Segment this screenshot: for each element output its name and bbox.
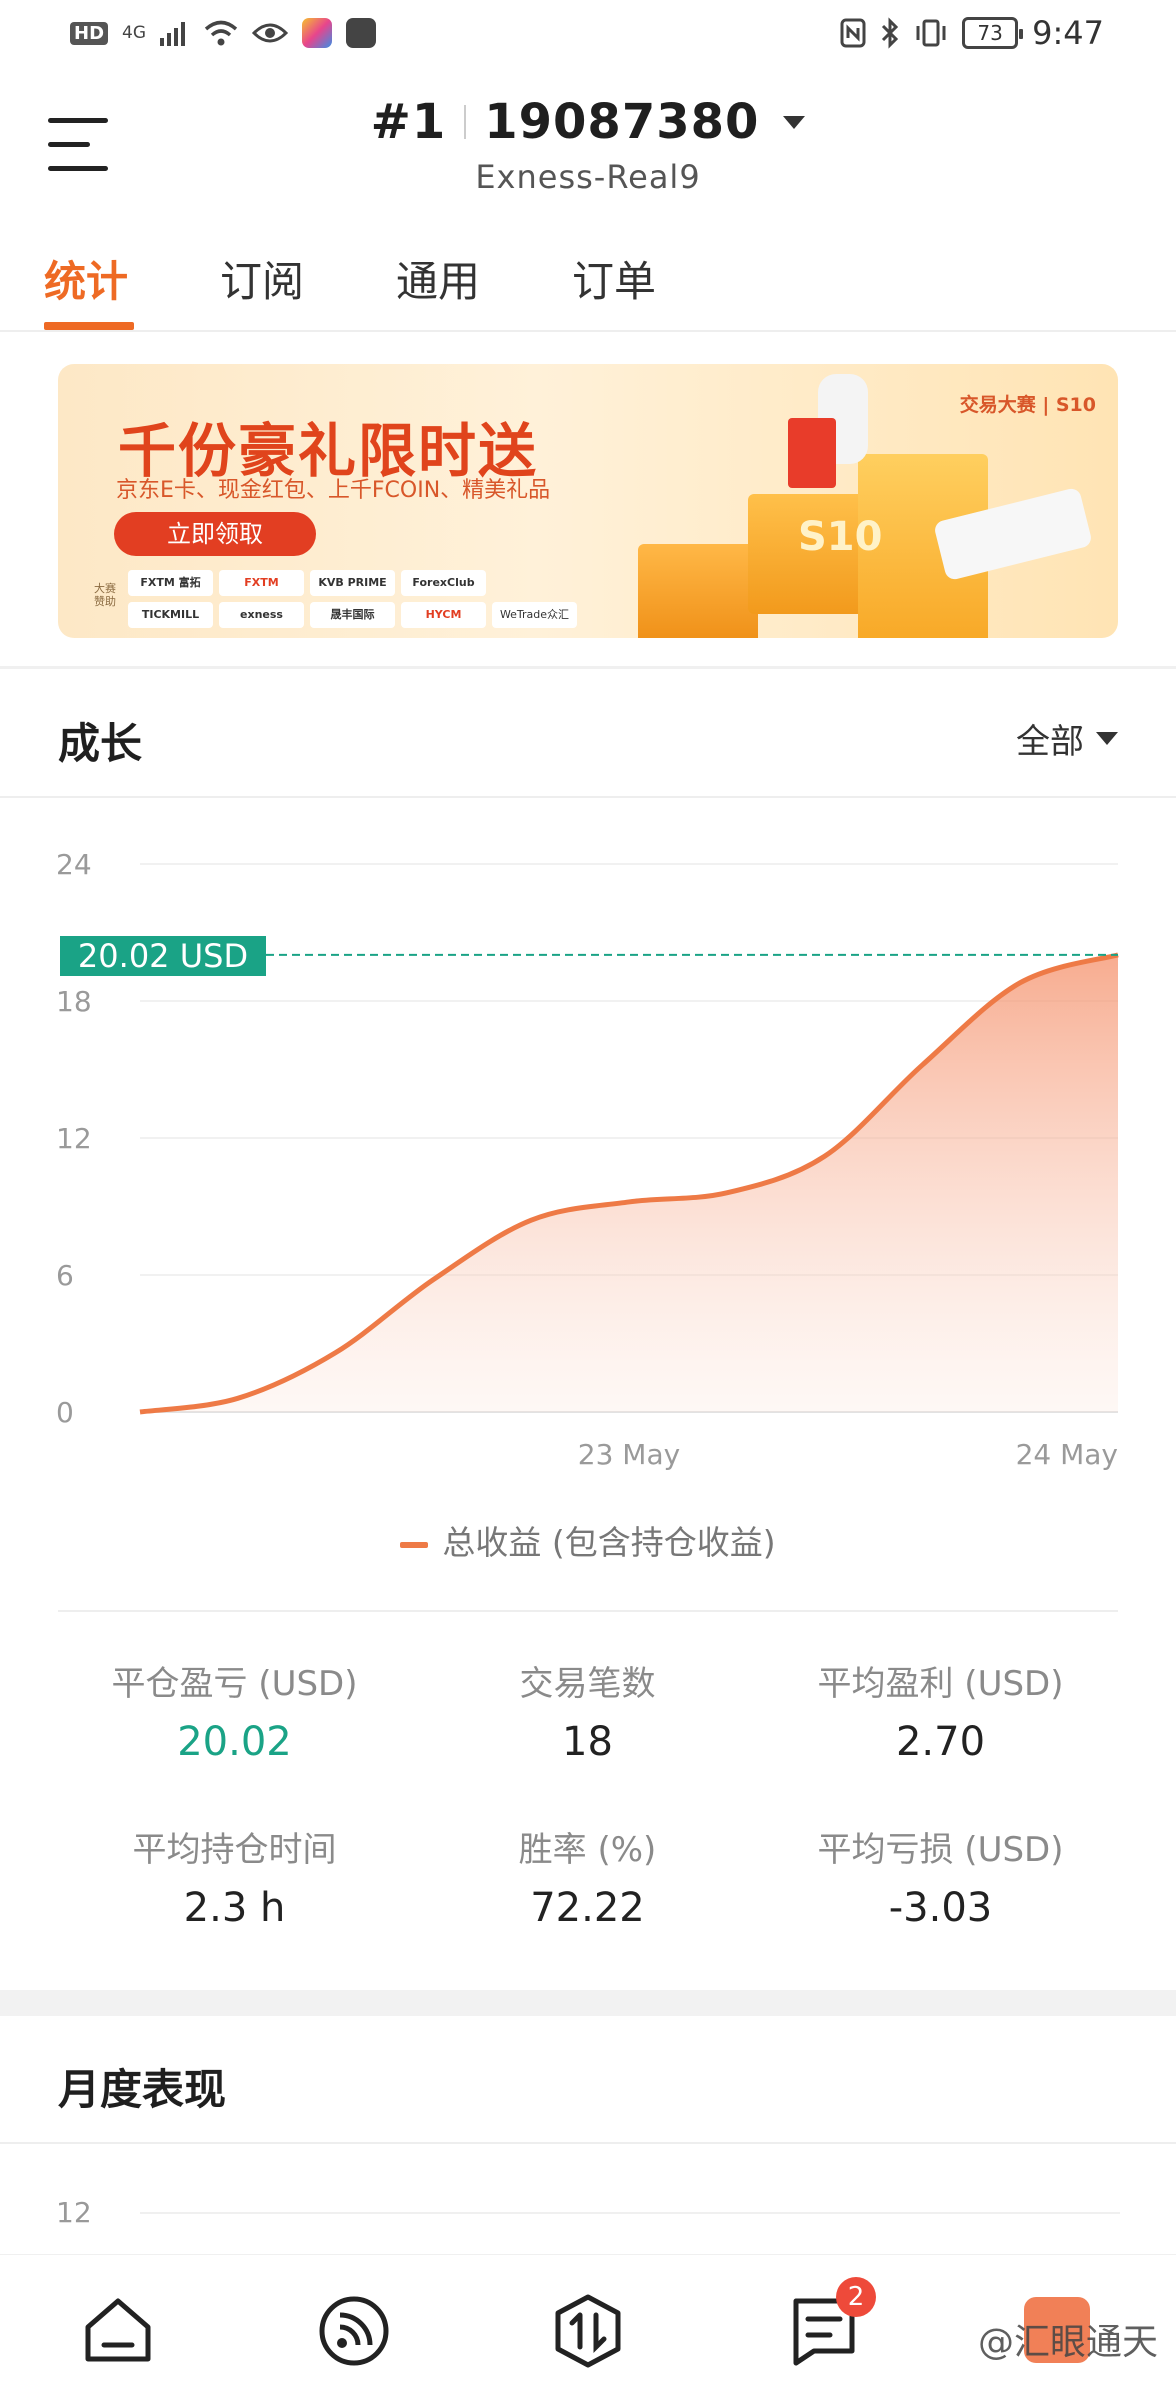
network-label: 4G bbox=[122, 23, 147, 43]
growth-chart: 24 18 12 6 0 23 May 24 May bbox=[56, 848, 1119, 1471]
account-server: Exness-Real9 bbox=[475, 158, 701, 196]
bluetooth-icon bbox=[882, 17, 899, 49]
status-bar: HD 4G 73 9:47 bbox=[0, 0, 1176, 72]
sponsor-label: 大赛赞助 bbox=[94, 582, 116, 608]
feishu-notification-icon bbox=[346, 18, 377, 48]
stat-value: 18 bbox=[562, 1719, 613, 1765]
wifi-icon bbox=[204, 20, 238, 46]
account-number: 19087380 bbox=[484, 94, 760, 150]
stat-value: -3.03 bbox=[888, 1885, 993, 1931]
y-tick-label: 24 bbox=[56, 848, 92, 881]
tab-statistics[interactable]: 统计 bbox=[44, 248, 128, 309]
chevron-down-icon bbox=[783, 115, 806, 129]
vibrate-icon bbox=[916, 19, 946, 47]
bottom-navigation: 2 @汇眼通天 bbox=[0, 2254, 1176, 2400]
tab-subscribe[interactable]: 订阅 bbox=[220, 248, 304, 309]
red-envelope-graphic bbox=[788, 418, 836, 488]
y-tick-label: 12 bbox=[56, 1122, 92, 1155]
account-switcher[interactable]: #1 19087380 Exness-Real9 bbox=[0, 94, 1176, 196]
sponsor-logos: FXTM 富拓 FXTM KVB PRIME ForexClub TICKMIL… bbox=[128, 570, 577, 628]
chart-legend: 总收益 (包含持仓收益) bbox=[0, 1516, 1176, 1564]
gridline bbox=[140, 2212, 1120, 2214]
banner-brand: 交易大赛 | S10 bbox=[959, 394, 1096, 416]
stat-value: 2.3 h bbox=[183, 1885, 286, 1931]
status-right: 73 9:47 bbox=[840, 14, 1104, 52]
stat-average-profit: 平均盈利 (USD) 2.70 bbox=[764, 1656, 1117, 1765]
stats-grid: 平仓盈亏 (USD) 20.02 交易笔数 18 平均盈利 (USD) 2.70… bbox=[58, 1606, 1118, 1966]
stat-closed-pnl: 平仓盈亏 (USD) 20.02 bbox=[58, 1656, 411, 1765]
separator bbox=[464, 105, 467, 139]
sponsor-logo: FXTM bbox=[219, 570, 304, 596]
sponsor-logo: TICKMILL bbox=[128, 602, 213, 628]
signal-icon bbox=[160, 22, 186, 46]
sponsor-logo bbox=[492, 570, 577, 596]
growth-title: 成长 bbox=[58, 719, 143, 768]
tab-general[interactable]: 通用 bbox=[396, 248, 480, 309]
banner-subtitle: 京东E卡、现金红包、上千FCOIN、精美礼品 bbox=[116, 478, 551, 503]
status-left: HD 4G bbox=[70, 18, 377, 48]
sponsor-logo: WeTrade众汇 bbox=[492, 602, 577, 628]
section-divider bbox=[0, 2142, 1176, 2144]
current-value-tag: 20.02 USD bbox=[60, 936, 266, 976]
x-tick-label: 23 May bbox=[578, 1438, 680, 1471]
trade-icon[interactable] bbox=[548, 2291, 628, 2371]
y-tick-label: 0 bbox=[56, 1396, 74, 1429]
promo-banner[interactable]: S10 千份豪礼限时送 京东E卡、现金红包、上千FCOIN、精美礼品 立即领取 … bbox=[58, 364, 1118, 638]
watermark-text: @汇眼通天 bbox=[977, 2322, 1158, 2363]
stat-label: 交易笔数 bbox=[519, 1664, 656, 1704]
monthly-y-tick: 12 bbox=[56, 2196, 92, 2229]
clock: 9:47 bbox=[1032, 14, 1104, 52]
gift-box-graphic bbox=[638, 544, 758, 638]
stat-label: 平均持仓时间 bbox=[132, 1830, 337, 1870]
sponsor-logo: 晟丰国际 bbox=[310, 602, 395, 628]
x-tick-label: 24 May bbox=[1016, 1438, 1118, 1471]
sponsor-logo: exness bbox=[219, 602, 304, 628]
stat-value: 72.22 bbox=[530, 1885, 645, 1931]
app-notification-icon bbox=[302, 18, 333, 48]
account-rank: #1 bbox=[370, 94, 447, 150]
battery-indicator: 73 bbox=[962, 17, 1024, 49]
sponsor-logo: HYCM bbox=[401, 602, 486, 628]
section-divider bbox=[0, 666, 1176, 669]
section-divider bbox=[0, 796, 1176, 798]
tab-bar: 统计 订阅 通用 订单 bbox=[0, 240, 1176, 332]
y-tick-label: 18 bbox=[56, 985, 92, 1018]
home-icon[interactable] bbox=[78, 2291, 158, 2371]
stat-label: 平仓盈亏 (USD) bbox=[111, 1664, 358, 1704]
stat-trade-count: 交易笔数 18 bbox=[411, 1656, 764, 1765]
hd-badge: HD bbox=[70, 21, 109, 45]
section-separator bbox=[0, 1990, 1176, 2016]
active-tab-indicator bbox=[44, 322, 134, 330]
s10-logo-graphic: S10 bbox=[798, 514, 883, 560]
eye-icon bbox=[252, 23, 289, 43]
nfc-icon bbox=[840, 18, 866, 48]
sponsor-logo: KVB PRIME bbox=[310, 570, 395, 596]
sponsor-logo: ForexClub bbox=[401, 570, 486, 596]
stat-win-rate: 胜率 (%) 72.22 bbox=[411, 1822, 764, 1931]
stat-label: 平均亏损 (USD) bbox=[817, 1830, 1064, 1870]
sponsor-logo: FXTM 富拓 bbox=[128, 570, 213, 596]
stat-label: 平均盈利 (USD) bbox=[817, 1664, 1064, 1704]
range-filter[interactable]: 全部 bbox=[1016, 714, 1118, 763]
message-count-badge: 2 bbox=[836, 2277, 876, 2317]
chevron-down-icon bbox=[1096, 732, 1118, 745]
feed-icon[interactable] bbox=[314, 2291, 394, 2371]
legend-label: 总收益 (包含持仓收益) bbox=[442, 1523, 776, 1562]
growth-area bbox=[140, 954, 1118, 1412]
stat-label: 胜率 (%) bbox=[518, 1830, 657, 1870]
y-tick-label: 6 bbox=[56, 1259, 74, 1292]
tab-orders[interactable]: 订单 bbox=[572, 248, 656, 309]
stat-value: 20.02 bbox=[177, 1719, 292, 1765]
stat-value: 2.70 bbox=[895, 1719, 986, 1765]
range-filter-label: 全部 bbox=[1016, 722, 1084, 762]
legend-swatch bbox=[400, 1541, 429, 1548]
stat-average-loss: 平均亏损 (USD) -3.03 bbox=[764, 1822, 1117, 1931]
monthly-performance-title: 月度表现 bbox=[58, 2065, 227, 2114]
claim-now-button[interactable]: 立即领取 bbox=[114, 512, 316, 556]
app-header: #1 19087380 Exness-Real9 bbox=[0, 80, 1176, 210]
stat-average-holding-time: 平均持仓时间 2.3 h bbox=[58, 1822, 411, 1931]
